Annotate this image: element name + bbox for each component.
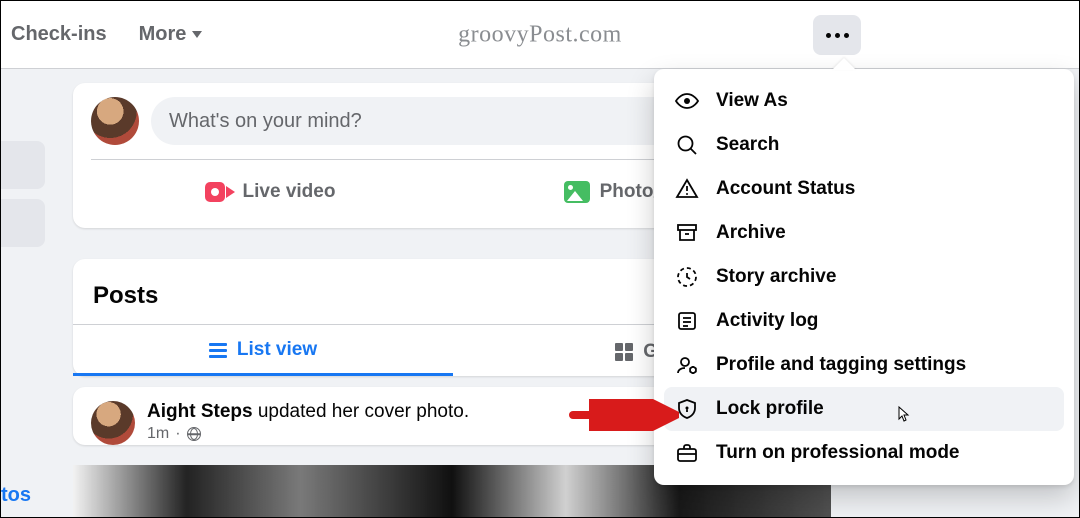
eye-icon: [674, 88, 700, 114]
menu-item-label: Activity log: [716, 310, 818, 332]
menu-item-label: Account Status: [716, 178, 855, 200]
frame: Check-ins More groovyPost.com tos What's…: [0, 0, 1080, 518]
list-view-icon: [209, 343, 227, 358]
menu-item-label: Archive: [716, 222, 786, 244]
profile-options-menu: View As Search Account Status Archive St…: [654, 69, 1074, 485]
menu-profile-tagging-settings[interactable]: Profile and tagging settings: [664, 343, 1064, 387]
warning-icon: [674, 176, 700, 202]
menu-story-archive[interactable]: Story archive: [664, 255, 1064, 299]
menu-item-label: Search: [716, 134, 779, 156]
lock-shield-icon: [674, 396, 700, 422]
live-video-button[interactable]: Live video: [91, 170, 449, 214]
briefcase-icon: [674, 440, 700, 466]
left-fragment-text[interactable]: tos: [1, 484, 31, 507]
nav-more[interactable]: More: [139, 23, 203, 46]
menu-item-label: Story archive: [716, 266, 836, 288]
post-meta-sep: ·: [175, 425, 180, 443]
menu-item-label: Lock profile: [716, 398, 824, 420]
activity-log-icon: [674, 308, 700, 334]
grid-view-icon: [615, 343, 633, 361]
caret-down-icon: [192, 31, 202, 38]
menu-activity-log[interactable]: Activity log: [664, 299, 1064, 343]
story-archive-icon: [674, 264, 700, 290]
watermark: groovyPost.com: [458, 22, 622, 49]
menu-lock-profile[interactable]: Lock profile: [664, 387, 1064, 431]
post-headline: Aight Steps updated her cover photo.: [147, 401, 469, 423]
menu-item-label: Turn on professional mode: [716, 442, 960, 464]
public-icon[interactable]: [187, 427, 201, 441]
live-video-icon: [205, 182, 233, 202]
photo-icon: [564, 181, 590, 203]
menu-account-status[interactable]: Account Status: [664, 167, 1064, 211]
nav-checkins[interactable]: Check-ins: [11, 23, 107, 46]
post-time[interactable]: 1m: [147, 425, 169, 443]
composer-placeholder: What's on your mind?: [169, 110, 362, 133]
left-fragment-1: [1, 141, 45, 189]
search-icon: [674, 132, 700, 158]
archive-icon: [674, 220, 700, 246]
menu-item-label: View As: [716, 90, 788, 112]
more-options-button[interactable]: [813, 15, 861, 55]
tab-list-view[interactable]: List view: [73, 325, 453, 376]
menu-search[interactable]: Search: [664, 123, 1064, 167]
post-action-text: updated her cover photo.: [253, 401, 470, 422]
left-fragment-2: [1, 199, 45, 247]
menu-professional-mode[interactable]: Turn on professional mode: [664, 431, 1064, 475]
menu-archive[interactable]: Archive: [664, 211, 1064, 255]
settings-icon: [674, 352, 700, 378]
live-video-label: Live video: [243, 181, 336, 203]
nav-more-label: More: [139, 23, 187, 46]
post-meta: 1m ·: [147, 425, 469, 443]
menu-item-label: Profile and tagging settings: [716, 354, 966, 376]
post-author-name[interactable]: Aight Steps: [147, 401, 253, 422]
post-avatar[interactable]: [91, 401, 135, 445]
tab-list-label: List view: [237, 339, 317, 361]
posts-title: Posts: [93, 282, 158, 310]
ellipsis-icon: [826, 33, 849, 38]
avatar[interactable]: [91, 97, 139, 145]
menu-view-as[interactable]: View As: [664, 79, 1064, 123]
